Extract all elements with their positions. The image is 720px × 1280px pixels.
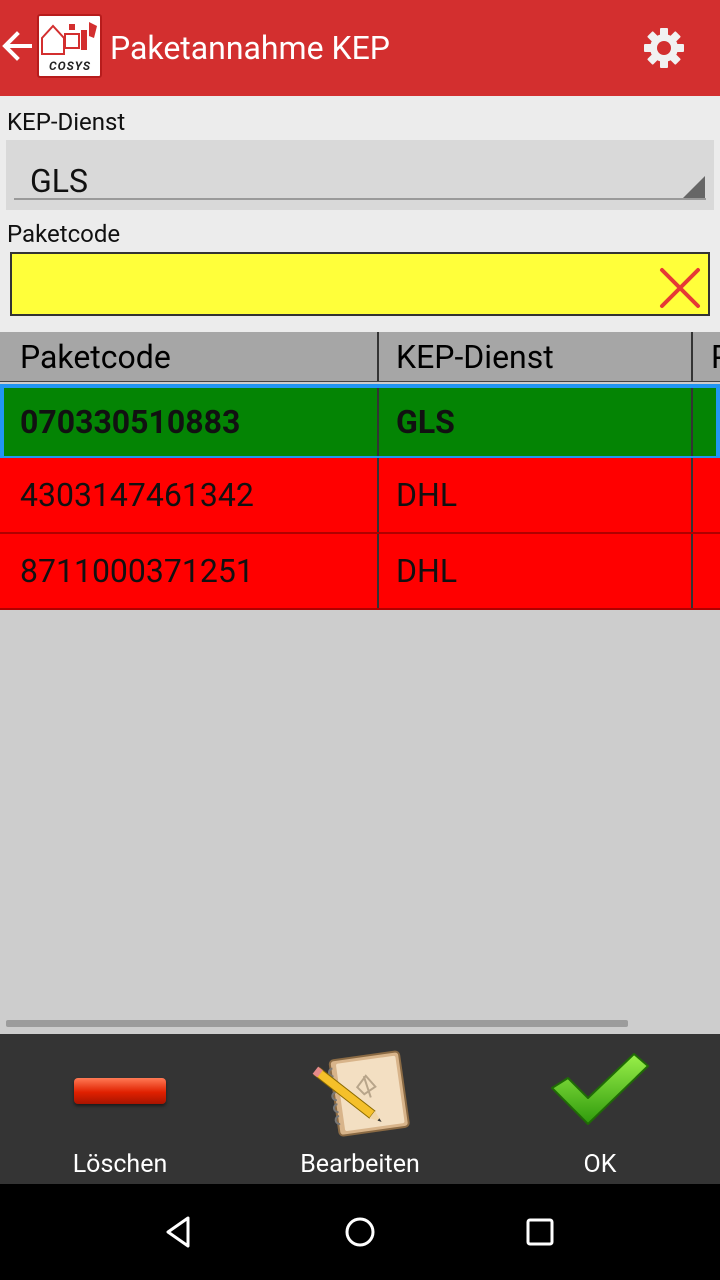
- kep-service-label: KEP-Dienst: [7, 108, 126, 136]
- edit-button-label: Bearbeiten: [300, 1150, 420, 1179]
- kep-service-dropdown[interactable]: GLS: [6, 140, 714, 210]
- row-truncated-cell: [691, 388, 720, 456]
- close-x-icon[interactable]: [658, 266, 702, 310]
- table-header: Paketcode KEP-Dienst P: [0, 332, 720, 382]
- ok-button-label: OK: [583, 1150, 617, 1179]
- delete-button[interactable]: Löschen: [0, 1034, 240, 1184]
- minus-icon: [74, 1078, 166, 1104]
- horizontal-scrollbar[interactable]: [6, 1020, 628, 1027]
- nav-back-icon[interactable]: [158, 1210, 202, 1254]
- kep-service-value: GLS: [30, 162, 89, 200]
- nav-home-icon[interactable]: [338, 1210, 382, 1254]
- nav-recents-icon[interactable]: [518, 1210, 562, 1254]
- arrow-left-icon[interactable]: [0, 24, 36, 68]
- system-navigation-bar: [0, 1184, 720, 1280]
- package-code-label: Paketcode: [7, 220, 121, 248]
- table-row[interactable]: 8711000371251 DHL: [0, 534, 720, 610]
- delete-button-label: Löschen: [72, 1150, 168, 1179]
- row-package-code: 4303147461342: [20, 476, 254, 514]
- row-package-code: 070330510883: [20, 403, 241, 441]
- gear-icon[interactable]: [640, 24, 688, 72]
- dropdown-triangle-icon: [683, 176, 705, 198]
- package-code-input[interactable]: [10, 252, 710, 316]
- table-row[interactable]: 070330510883 GLS: [0, 384, 720, 460]
- edit-button[interactable]: Bearbeiten: [240, 1034, 480, 1184]
- logo-text: COSYS: [48, 59, 92, 73]
- row-package-code: 8711000371251: [20, 552, 254, 590]
- app-bar: COSYS Paketannahme KEP: [0, 0, 720, 96]
- column-header-kep-service[interactable]: KEP-Dienst: [377, 332, 691, 381]
- ok-button[interactable]: OK: [480, 1034, 720, 1184]
- column-header-package-code[interactable]: Paketcode: [0, 332, 377, 381]
- checkmark-icon: [548, 1048, 652, 1128]
- input-form: KEP-Dienst GLS Paketcode: [0, 96, 720, 332]
- app-logo: COSYS: [37, 14, 102, 78]
- row-kep-service: DHL: [377, 458, 691, 532]
- page-title: Paketannahme KEP: [110, 29, 390, 67]
- dropdown-underline: [14, 198, 706, 200]
- row-kep-service: DHL: [377, 534, 691, 608]
- row-truncated-cell: [691, 458, 720, 532]
- row-truncated-cell: [691, 534, 720, 608]
- action-bar: Löschen Bearbeiten OK: [0, 1034, 720, 1184]
- logo-graphic-icon: [41, 22, 97, 55]
- column-header-truncated[interactable]: P: [691, 332, 720, 381]
- notebook-pencil-icon: [306, 1046, 416, 1138]
- table-row[interactable]: 4303147461342 DHL: [0, 458, 720, 534]
- row-kep-service: GLS: [377, 388, 691, 456]
